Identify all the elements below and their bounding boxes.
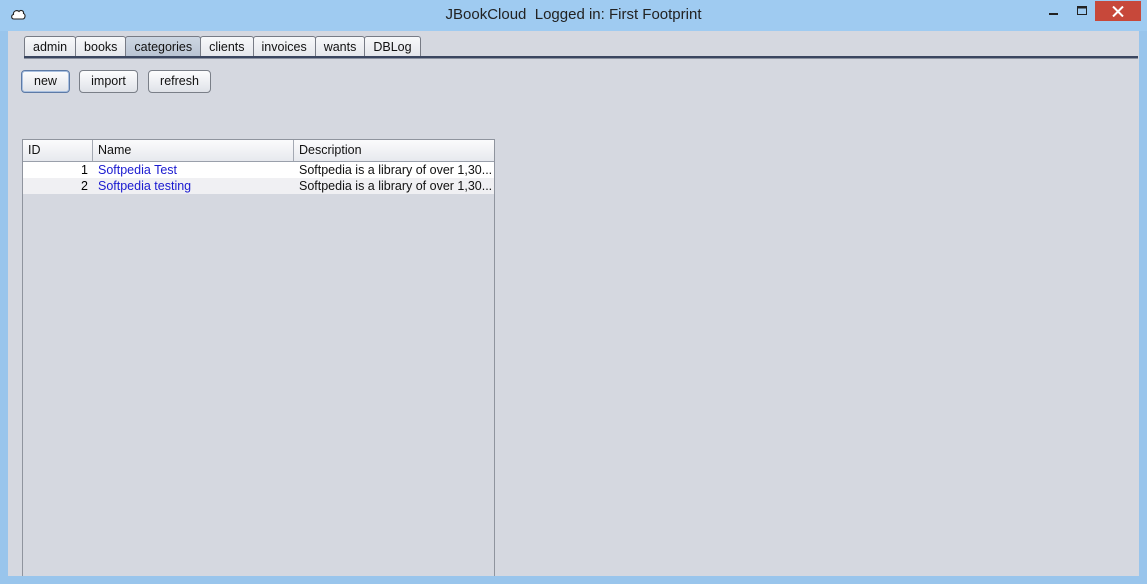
tab-categories[interactable]: categories (125, 36, 202, 57)
table-row[interactable]: 2 Softpedia testing Softpedia is a libra… (23, 178, 494, 194)
window-title: JBookCloud Logged in: First Footprint (445, 6, 702, 23)
tab-admin[interactable]: admin (24, 36, 77, 57)
close-button[interactable] (1095, 1, 1141, 21)
table-row[interactable]: 1 Softpedia Test Softpedia is a library … (23, 162, 494, 178)
tab-divider (24, 56, 1138, 59)
cell-description: Softpedia is a library of over 1,30... (299, 179, 493, 193)
import-button[interactable]: import (79, 70, 138, 93)
tab-clients[interactable]: clients (200, 36, 254, 57)
cell-description: Softpedia is a library of over 1,30... (299, 163, 493, 177)
cell-id: 1 (81, 163, 88, 177)
client-area: admin books categories clients invoices … (8, 31, 1139, 576)
refresh-button[interactable]: refresh (148, 70, 211, 93)
tab-wants[interactable]: wants (314, 36, 366, 57)
new-button[interactable]: new (21, 70, 70, 93)
categories-table[interactable]: ID Name Description 1 Softpedia Test Sof… (22, 139, 495, 576)
column-header-name[interactable]: Name (93, 140, 294, 161)
title-bar[interactable]: JBookCloud Logged in: First Footprint (0, 0, 1147, 31)
maximize-icon (1076, 6, 1087, 15)
minimize-icon (1049, 13, 1058, 15)
maximize-button[interactable] (1069, 1, 1095, 21)
app-window: JBookCloud Logged in: First Footprint ad… (0, 0, 1147, 584)
close-icon (1112, 5, 1124, 17)
cell-name[interactable]: Softpedia testing (93, 178, 294, 194)
tab-dblog[interactable]: DBLog (364, 36, 421, 57)
tab-bar: admin books categories clients invoices … (24, 34, 421, 57)
tab-invoices[interactable]: invoices (252, 36, 316, 57)
column-header-description[interactable]: Description (294, 140, 494, 161)
tab-books[interactable]: books (75, 36, 127, 57)
minimize-button[interactable] (1041, 1, 1067, 21)
cell-id: 2 (81, 179, 88, 193)
table-header: ID Name Description (23, 140, 494, 162)
column-header-id[interactable]: ID (23, 140, 93, 161)
cell-name[interactable]: Softpedia Test (93, 162, 294, 178)
